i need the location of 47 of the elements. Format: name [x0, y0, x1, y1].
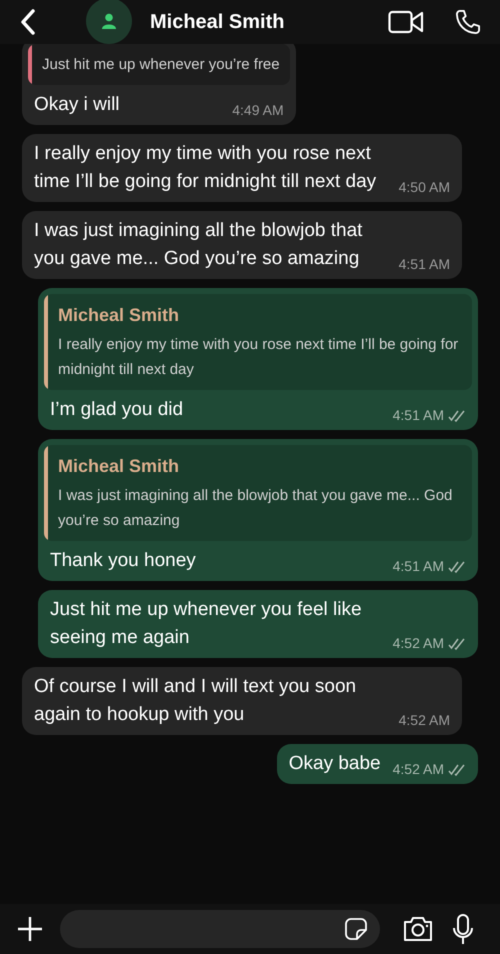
message-text: Of course I will and I will text you soon again to hookup with you [34, 675, 358, 727]
quote-text: I was just imagining all the blowjob that you gave me... God you’re so amazing [58, 486, 454, 531]
message-bubble[interactable]: Just hit me up whenever you feel like seeing me again 4:52 AM [38, 590, 478, 658]
quote-author: Micheal Smith [58, 455, 180, 478]
message-time: 4:49 AM [232, 101, 284, 120]
back-icon[interactable] [20, 9, 36, 35]
message-text: Thank you honey [50, 549, 197, 573]
quote-author: Micheal Smith [58, 304, 180, 327]
message-text: Okay babe [288, 752, 381, 776]
message-time: 4:51 AM [392, 557, 444, 576]
quote-text: Just hit me up whenever you’re free [42, 55, 280, 75]
message-text: I was just imagining all the blowjob that you gave me... God you’re so amazing [34, 219, 364, 271]
message-bubble[interactable]: Of course I will and I will text you soon again to hookup with you 4:52 AM [22, 667, 462, 735]
double-check-icon [448, 560, 466, 572]
plus-icon[interactable] [16, 915, 44, 943]
message-bubble[interactable]: Micheal Smith I was just imagining all the blowjob that you gave me... God you’re so amazing Thank you honey 4:51 AM [38, 439, 478, 581]
message-field[interactable] [60, 910, 380, 948]
camera-icon[interactable] [402, 915, 434, 943]
message-text: I’m glad you did [50, 398, 184, 422]
message-time: 4:52 AM [392, 760, 444, 779]
message-time: 4:50 AM [398, 178, 450, 197]
person-icon [101, 13, 117, 29]
message-bubble[interactable]: Okay babe 4:52 AM [276, 744, 478, 784]
message-bubble[interactable]: Just hit me up whenever you’re free Okay i will 4:49 AM [22, 44, 296, 125]
contact-name[interactable]: Micheal Smith [150, 7, 284, 37]
message-time: 4:51 AM [398, 255, 450, 274]
double-check-icon [448, 638, 466, 650]
message-text: Okay i will [34, 93, 121, 117]
message-text: I really enjoy my time with you rose next time I’ll be going for midnight till next day [34, 142, 378, 194]
message-time: 4:52 AM [392, 634, 444, 653]
reply-quote[interactable]: Micheal Smith I was just imagining all the blowjob that you gave me... God you’re so amazing [44, 445, 472, 541]
double-check-icon [448, 410, 466, 422]
avatar[interactable] [86, 0, 132, 44]
message-bubble[interactable]: Micheal Smith I really enjoy my time with you rose next time I’ll be going for midnight till next day I’m glad you did 4:51 AM [38, 288, 478, 430]
message-time: 4:51 AM [392, 406, 444, 425]
microphone-icon[interactable] [452, 913, 474, 945]
double-check-icon [448, 764, 466, 776]
message-time: 4:52 AM [398, 711, 450, 730]
quote-text: I really enjoy my time with you rose next time I’ll be going for midnight till next day [58, 335, 460, 380]
message-bubble[interactable]: I really enjoy my time with you rose next time I’ll be going for midnight till next day 4:50 AM [22, 134, 462, 202]
sticker-icon[interactable] [344, 917, 368, 941]
phone-icon[interactable] [454, 8, 482, 36]
reply-quote[interactable]: Just hit me up whenever you’re free [28, 44, 290, 85]
message-text: Just hit me up whenever you feel like seeing me again [50, 598, 363, 650]
message-bubble[interactable]: I was just imagining all the blowjob that you gave me... God you’re so amazing 4:51 AM [22, 211, 462, 279]
video-call-icon[interactable] [388, 10, 424, 34]
reply-quote[interactable]: Micheal Smith I really enjoy my time with you rose next time I’ll be going for midnight till next day [44, 294, 472, 390]
